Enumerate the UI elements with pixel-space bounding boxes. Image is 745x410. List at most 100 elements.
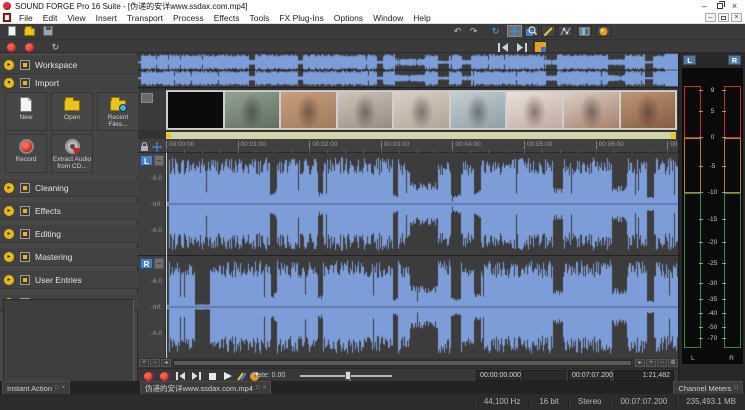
mdi-minimize-button[interactable]: – <box>705 13 716 22</box>
go-to-start-button[interactable] <box>174 371 187 381</box>
explorer-sidebar: ▸Workspace▾Import▸Cleaning▸Effects▸Editi… <box>0 53 138 381</box>
panel-restore-icon[interactable]: □ <box>55 385 59 391</box>
menu-item-file[interactable]: File <box>14 13 38 23</box>
scrollbar-thumb[interactable] <box>173 360 632 366</box>
event-tool-button[interactable] <box>577 25 592 37</box>
tab-instant-action[interactable]: Instant Action □ × <box>2 381 70 394</box>
snap-grid-button[interactable] <box>533 41 548 53</box>
import-tile-open[interactable]: Open <box>51 92 93 131</box>
import-tile-recent-files[interactable]: Recent Files... <box>97 92 139 131</box>
menu-item-effects[interactable]: Effects <box>209 13 245 23</box>
document-icon[interactable] <box>3 13 11 22</box>
zoom-tool-button[interactable]: ⊕ <box>668 359 678 367</box>
sidebar-section-workspace[interactable]: ▸Workspace <box>0 56 138 74</box>
tab-channel-meters[interactable]: Channel Meters □ <box>673 381 743 394</box>
left-channel-button[interactable]: L <box>140 155 153 166</box>
scroll-left-button[interactable]: ◂ <box>161 359 171 367</box>
sidebar-section-cleaning[interactable]: ▸Cleaning <box>0 179 138 197</box>
zoom-out-button[interactable]: − <box>657 359 667 367</box>
redo-button[interactable]: ↷ <box>466 25 481 37</box>
pencil-tool-button[interactable] <box>541 25 556 37</box>
playback-cursor[interactable] <box>166 153 167 358</box>
go-to-end-button[interactable] <box>514 41 529 53</box>
go-to-start-button[interactable] <box>496 41 511 53</box>
menu-item-edit[interactable]: Edit <box>38 13 63 23</box>
video-frame[interactable] <box>338 92 393 128</box>
paint-tool-button[interactable] <box>596 25 611 37</box>
tab-document[interactable]: 伪递的安详www.ssdax.com.mp4 □ × <box>140 381 271 394</box>
menu-item-insert[interactable]: Insert <box>91 13 122 23</box>
video-frame[interactable] <box>281 92 336 128</box>
loop-start-handle[interactable] <box>166 133 171 138</box>
loop-playback-button[interactable] <box>235 371 248 381</box>
import-tile-record[interactable]: Record <box>5 134 47 173</box>
time-ruler[interactable]: 00:00:0000:01:0000:02:0000:03:0000:04:00… <box>138 139 678 153</box>
meters-restore-icon[interactable]: □ <box>734 385 738 391</box>
lock-icon[interactable] <box>139 141 150 152</box>
sidebar-section-editing[interactable]: ▸Editing <box>0 225 138 243</box>
video-frame[interactable] <box>451 92 506 128</box>
video-frame[interactable] <box>507 92 562 128</box>
meter-left-button[interactable]: L <box>683 55 696 65</box>
left-channel-waveform[interactable] <box>166 153 678 255</box>
loop-button[interactable]: ↻ <box>48 41 63 53</box>
zoom-in-button[interactable]: + <box>646 359 656 367</box>
record-remote-button[interactable] <box>142 371 155 381</box>
mdi-restore-button[interactable] <box>718 13 729 22</box>
save-button[interactable] <box>40 25 55 37</box>
menu-item-help[interactable]: Help <box>408 13 435 23</box>
menu-item-window[interactable]: Window <box>368 13 408 23</box>
video-frame[interactable] <box>564 92 619 128</box>
right-channel-minimize-button[interactable]: – <box>154 258 164 269</box>
open-file-button[interactable] <box>22 25 37 37</box>
menu-item-options[interactable]: Options <box>329 13 368 23</box>
menu-item-process[interactable]: Process <box>168 13 209 23</box>
sidebar-section-mastering[interactable]: ▸Mastering <box>0 248 138 266</box>
menu-item-tools[interactable]: Tools <box>245 13 275 23</box>
edit-tool-button[interactable] <box>507 25 522 37</box>
left-channel-minimize-button[interactable]: – <box>154 155 164 166</box>
pan-tool-icon[interactable] <box>151 141 162 152</box>
record-button[interactable] <box>22 41 37 53</box>
play-button[interactable] <box>221 371 234 381</box>
doc-close-icon[interactable]: × <box>263 385 267 391</box>
meter-display[interactable]: 950-5-10-15-20-25-30-35-40-50-70 L R <box>682 68 743 364</box>
right-channel-waveform[interactable] <box>166 256 678 358</box>
go-to-end-button[interactable] <box>190 371 203 381</box>
record-remote-button[interactable] <box>4 41 19 53</box>
minimize-button[interactable]: – <box>697 1 712 11</box>
loop-region-bar[interactable] <box>166 132 676 139</box>
menu-item-fx-plug-ins[interactable]: FX Plug-Ins <box>274 13 328 23</box>
zoom-out-time-button[interactable]: − <box>150 359 160 367</box>
video-frame[interactable] <box>168 92 223 128</box>
meter-right-button[interactable]: R <box>728 55 741 65</box>
repeat-button[interactable]: ↻ <box>488 25 503 37</box>
undo-button[interactable]: ↶ <box>450 25 465 37</box>
restore-button[interactable] <box>712 1 727 11</box>
menu-item-transport[interactable]: Transport <box>122 13 168 23</box>
video-track-icon[interactable] <box>141 93 153 103</box>
record-button[interactable] <box>158 371 171 381</box>
close-button[interactable]: × <box>727 1 742 11</box>
zoom-in-time-button[interactable]: + <box>139 359 149 367</box>
rate-slider-handle[interactable] <box>345 371 351 380</box>
right-channel-button[interactable]: R <box>140 258 153 269</box>
overview-waveform[interactable] <box>138 53 678 88</box>
sidebar-section-effects[interactable]: ▸Effects <box>0 202 138 220</box>
panel-close-icon[interactable]: × <box>62 385 66 391</box>
magnify-tool-button[interactable] <box>524 25 539 37</box>
mdi-close-button[interactable]: × <box>731 13 742 22</box>
video-frame[interactable] <box>225 92 280 128</box>
envelope-tool-button[interactable] <box>558 25 573 37</box>
import-tile-new[interactable]: New <box>5 92 47 131</box>
new-file-button[interactable] <box>4 25 19 37</box>
video-frame[interactable] <box>621 92 676 128</box>
video-frame[interactable] <box>394 92 449 128</box>
menu-item-view[interactable]: View <box>62 13 90 23</box>
stop-button[interactable] <box>206 371 219 381</box>
sidebar-section-user-entries[interactable]: ▸User Entries <box>0 271 138 289</box>
doc-restore-icon[interactable]: □ <box>256 385 260 391</box>
import-tile-extract-cd[interactable]: Extract Audio from CD... <box>51 134 93 173</box>
loop-end-handle[interactable] <box>671 133 676 138</box>
scroll-right-button[interactable]: ▸ <box>635 359 645 367</box>
